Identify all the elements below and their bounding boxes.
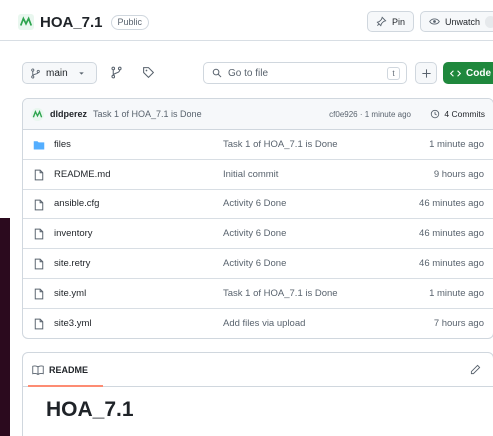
branch-name: main — [46, 67, 68, 79]
go-to-file-search[interactable]: t — [203, 62, 407, 84]
file-commit-message[interactable]: Activity 6 Done — [223, 258, 286, 269]
file-table: dldperez Task 1 of HOA_7.1 is Done cf0e9… — [22, 98, 493, 339]
file-name[interactable]: README.md — [54, 169, 110, 180]
commit-message[interactable]: Task 1 of HOA_7.1 is Done — [93, 109, 202, 119]
file-commit-message[interactable]: Add files via upload — [223, 318, 305, 329]
file-row[interactable]: site.yml Task 1 of HOA_7.1 is Done 1 minut… — [23, 279, 493, 309]
background-window-edge — [0, 218, 10, 436]
commit-author[interactable]: dldperez — [50, 109, 87, 119]
code-button[interactable]: Code — [443, 62, 493, 84]
file-commit-message[interactable]: Initial commit — [223, 169, 278, 180]
branches-icon[interactable] — [110, 66, 123, 79]
watch-label: Unwatch — [444, 16, 480, 27]
search-icon — [212, 68, 222, 78]
watch-button[interactable]: Unwatch — [419, 11, 493, 32]
pin-label: Pin — [391, 16, 405, 27]
watch-count — [485, 15, 493, 28]
plus-icon — [421, 68, 431, 78]
file-name[interactable]: ansible.cfg — [54, 198, 99, 209]
active-tab-indicator — [28, 385, 103, 387]
history-icon — [431, 109, 440, 119]
file-icon — [33, 169, 45, 181]
file-icon — [33, 258, 45, 270]
file-commit-age: 1 minute ago — [429, 287, 484, 299]
file-commit-age: 46 minutes ago — [419, 258, 484, 270]
latest-commit-row: dldperez Task 1 of HOA_7.1 is Done cf0e9… — [23, 99, 493, 130]
file-name[interactable]: files — [54, 139, 71, 150]
readme-tab[interactable]: README — [23, 353, 493, 387]
chevron-down-icon — [78, 71, 84, 75]
go-to-file-input[interactable] — [228, 67, 368, 79]
readme-heading: HOA_7.1 — [46, 398, 134, 421]
file-icon — [33, 199, 45, 211]
file-row[interactable]: site3.yml Add files via upload 7 hours ago — [23, 309, 493, 338]
file-commit-age: 46 minutes ago — [419, 228, 484, 240]
file-row[interactable]: README.md Initial commit 9 hours ago — [23, 160, 493, 190]
file-row[interactable]: ansible.cfg Activity 6 Done 46 minutes ago — [23, 190, 493, 220]
header-divider — [0, 40, 493, 41]
file-row[interactable]: site.retry Activity 6 Done 46 minutes ago — [23, 249, 493, 279]
branch-icon — [31, 68, 40, 78]
file-commit-message[interactable]: Activity 6 Done — [223, 228, 286, 239]
pin-icon — [376, 16, 387, 27]
readme-tab-label: README — [49, 364, 89, 375]
commit-hash-time[interactable]: cf0e926 · 1 minute ago — [329, 110, 411, 119]
tag-icon[interactable] — [142, 66, 155, 79]
file-commit-age: 46 minutes ago — [419, 198, 484, 210]
file-name[interactable]: site.yml — [54, 288, 86, 299]
book-icon — [32, 364, 44, 375]
edit-readme-button[interactable] — [470, 364, 481, 375]
file-row[interactable]: inventory Activity 6 Done 46 minutes ago — [23, 219, 493, 250]
pin-button[interactable]: Pin — [366, 11, 414, 32]
folder-icon — [33, 139, 45, 151]
commits-link[interactable]: 4 Commits — [430, 109, 485, 119]
file-icon — [33, 318, 45, 330]
branch-selector[interactable]: main — [22, 62, 97, 84]
file-toolbar: main t Code — [22, 62, 493, 86]
file-commit-age: 9 hours ago — [433, 168, 484, 180]
readme-panel: README HOA_7.1 — [22, 352, 493, 436]
file-icon — [33, 228, 45, 240]
file-icon — [33, 288, 45, 300]
file-name[interactable]: inventory — [54, 228, 93, 239]
repo-header: HOA_7.1 Public Pin Unwatch — [18, 8, 493, 36]
code-label: Code — [466, 67, 491, 79]
file-name[interactable]: site3.yml — [54, 318, 91, 329]
pencil-icon — [470, 364, 481, 375]
file-commit-message[interactable]: Activity 6 Done — [223, 198, 286, 209]
file-commit-message[interactable]: Task 1 of HOA_7.1 is Done — [223, 288, 338, 299]
code-icon — [450, 69, 461, 77]
shortcut-hint: t — [387, 67, 400, 80]
file-commit-age: 1 minute ago — [429, 138, 484, 150]
file-row[interactable]: files Task 1 of HOA_7.1 is Done 1 minute a… — [23, 130, 493, 160]
author-avatar[interactable] — [31, 107, 44, 121]
repo-name[interactable]: HOA_7.1 — [40, 14, 103, 31]
file-name[interactable]: site.retry — [54, 258, 90, 269]
commits-count-label: 4 Commits — [444, 109, 485, 119]
repo-avatar-icon — [18, 14, 34, 30]
visibility-badge: Public — [110, 14, 150, 30]
add-file-button[interactable] — [415, 62, 437, 84]
file-commit-message[interactable]: Task 1 of HOA_7.1 is Done — [223, 139, 338, 150]
file-commit-age: 7 hours ago — [433, 318, 484, 330]
eye-icon — [429, 18, 440, 25]
